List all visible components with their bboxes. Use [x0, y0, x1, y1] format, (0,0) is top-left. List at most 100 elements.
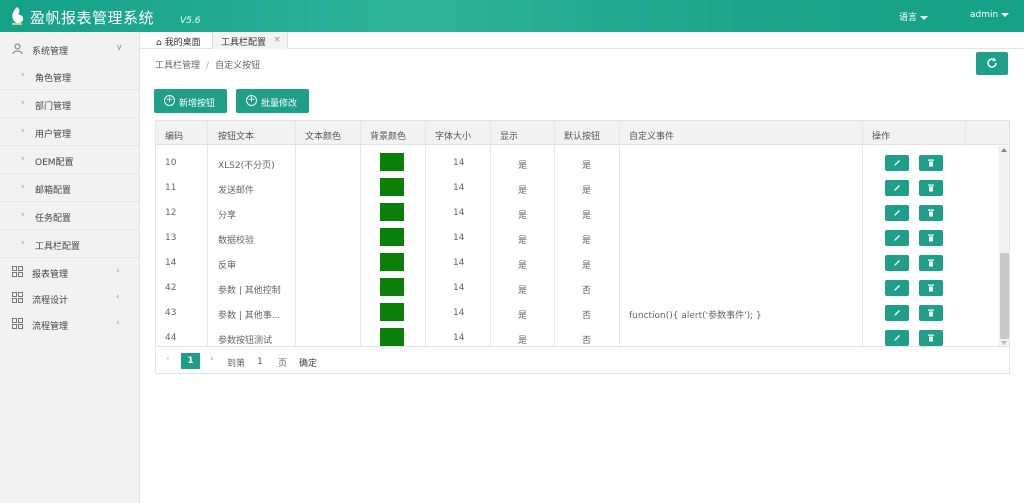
breadcrumb-current: 自定义按钮 [215, 61, 261, 71]
language-dropdown[interactable]: 语言 [899, 10, 929, 23]
col-default[interactable]: 默认按钮 [564, 121, 600, 145]
current-page[interactable]: 1 [181, 353, 200, 369]
edit-button[interactable] [885, 305, 909, 321]
scroll-up-icon[interactable] [1001, 148, 1007, 152]
table-row: 11 发送邮件 14 是 是 [156, 174, 998, 199]
chevron-right-icon: › [21, 210, 25, 220]
table-scrollbar[interactable] [998, 146, 1009, 346]
cell-show: 是 [518, 286, 528, 296]
sidebar-item-roles[interactable]: › 角色管理 [0, 62, 140, 90]
table-row: 13 数据校验 14 是 是 [156, 224, 998, 249]
edit-button[interactable] [885, 255, 909, 271]
tab-home[interactable]: ⌂ 我的桌面 [148, 32, 209, 49]
scroll-thumb[interactable] [1000, 253, 1009, 339]
edit-button[interactable] [885, 205, 909, 221]
bg-color-swatch [380, 203, 404, 221]
delete-button[interactable] [919, 205, 943, 221]
cell-code: 14 [165, 258, 177, 268]
col-code[interactable]: 编码 [165, 121, 183, 145]
add-button-button[interactable]: + 新增按钮 [154, 89, 227, 113]
delete-button[interactable] [919, 330, 943, 346]
sidebar-item-tasks[interactable]: › 任务配置 [0, 202, 140, 230]
delete-button[interactable] [919, 255, 943, 271]
sidebar-item-toolbar[interactable]: › 工具栏配置 [0, 230, 140, 258]
confirm-page-button[interactable]: 确定 [296, 353, 320, 369]
chevron-left-icon: ‹ [116, 318, 120, 328]
cell-text: 数据校验 [218, 236, 255, 246]
col-font-size[interactable]: 字体大小 [435, 121, 471, 145]
delete-button[interactable] [919, 305, 943, 321]
sidebar-item-label: 角色管理 [35, 74, 72, 84]
prev-page-icon[interactable]: ‹ [166, 354, 170, 364]
sidebar-item-oem[interactable]: › OEM配置 [0, 146, 140, 174]
close-icon[interactable]: × [273, 35, 281, 45]
cell-show: 是 [518, 186, 528, 196]
tab-toolbar-config[interactable]: 工具栏配置 × [212, 32, 288, 49]
edit-button[interactable] [885, 230, 909, 246]
table-row: 43 参数 | 其他事... 14 是 否 function(){ alert(… [156, 299, 998, 324]
page-unit-label: 页 [278, 359, 288, 369]
sidebar-group-flow-design[interactable]: 流程设计 ‹ [0, 285, 140, 311]
table-row: 44 参数按钮测试 14 是 否 [156, 324, 998, 346]
col-text[interactable]: 按钮文本 [218, 121, 254, 145]
bg-color-swatch [380, 303, 404, 321]
table-row: 10 XLS2(不分页) 14 是 是 [156, 149, 998, 174]
breadcrumb-parent[interactable]: 工具栏管理 [155, 61, 200, 71]
button-label: 批量修改 [261, 99, 298, 109]
col-event[interactable]: 自定义事件 [629, 121, 674, 145]
col-show[interactable]: 显示 [500, 121, 518, 145]
edit-button[interactable] [885, 155, 909, 171]
chevron-right-icon: › [21, 98, 25, 108]
app-version: V5.6 [180, 16, 201, 26]
sidebar-item-departments[interactable]: › 部门管理 [0, 90, 140, 118]
pencil-icon [894, 260, 900, 266]
delete-button[interactable] [919, 180, 943, 196]
chevron-right-icon: › [21, 182, 25, 192]
delete-button[interactable] [919, 155, 943, 171]
cell-text: 分享 [218, 211, 237, 221]
breadcrumb: 工具栏管理 / 自定义按钮 [155, 58, 260, 71]
bg-color-swatch [380, 328, 404, 346]
delete-button[interactable] [919, 280, 943, 296]
sidebar-group-flow-manage[interactable]: 流程管理 ‹ [0, 311, 140, 337]
edit-button[interactable] [885, 280, 909, 296]
cell-size: 14 [453, 308, 465, 318]
cell-default: 是 [582, 186, 592, 196]
scroll-down-icon[interactable] [1001, 341, 1007, 345]
batch-edit-button[interactable]: + 批量修改 [236, 89, 309, 113]
col-bg-color[interactable]: 背景颜色 [370, 121, 406, 145]
user-icon [12, 43, 23, 54]
bg-color-swatch [380, 253, 404, 271]
trash-icon [928, 334, 934, 342]
refresh-icon [987, 57, 997, 68]
delete-button[interactable] [919, 230, 943, 246]
next-page-icon[interactable]: › [210, 354, 214, 364]
trash-icon [928, 209, 934, 217]
cell-size: 14 [453, 258, 465, 268]
cell-code: 12 [165, 208, 177, 218]
cell-code: 11 [165, 183, 177, 193]
sidebar-group-reports[interactable]: 报表管理 ‹ [0, 259, 140, 285]
bg-color-swatch [380, 153, 404, 171]
col-text-color[interactable]: 文本颜色 [305, 121, 341, 145]
trash-icon [928, 184, 934, 192]
page-input[interactable]: 1 [251, 353, 269, 369]
sidebar-item-mail[interactable]: › 邮箱配置 [0, 174, 140, 202]
cell-size: 14 [453, 233, 465, 243]
edit-button[interactable] [885, 180, 909, 196]
caret-down-icon [1001, 12, 1010, 17]
cell-size: 14 [453, 183, 465, 193]
sidebar-item-label: 部门管理 [35, 102, 72, 112]
tab-label: 工具栏配置 [221, 38, 267, 48]
sidebar-item-label: 用户管理 [35, 130, 72, 140]
refresh-button[interactable] [976, 52, 1008, 75]
edit-button[interactable] [885, 330, 909, 346]
cell-text: 参数 | 其他控制 [218, 286, 281, 296]
user-dropdown[interactable]: admin [970, 10, 1010, 20]
cell-default: 否 [582, 311, 592, 321]
cell-size: 14 [453, 333, 465, 343]
bg-color-swatch [380, 278, 404, 296]
sidebar-group-system[interactable]: 系统管理 ∨ [0, 36, 140, 62]
sidebar-item-users[interactable]: › 用户管理 [0, 118, 140, 146]
cell-text: 参数按钮测试 [218, 336, 273, 346]
